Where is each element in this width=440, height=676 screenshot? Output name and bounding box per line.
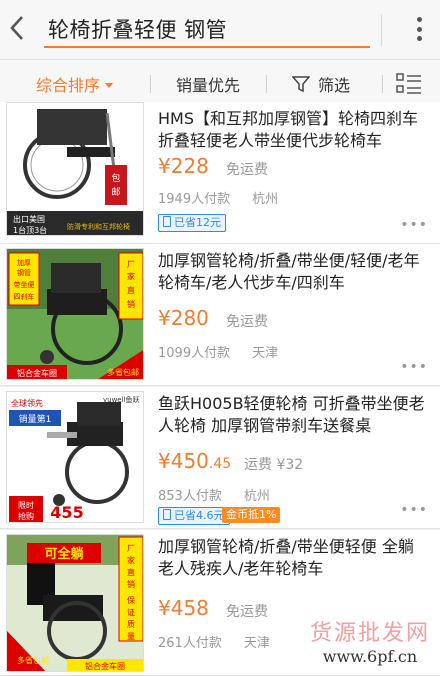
svg-text:1台顶3台: 1台顶3台	[13, 225, 47, 235]
svg-text:钢管: 钢管	[17, 268, 31, 277]
shipping-info: 免运费	[226, 604, 268, 620]
filter-button[interactable]: 筛选	[292, 60, 350, 108]
shipping-info: 免运费	[226, 162, 268, 178]
filter-funnel-icon	[292, 76, 310, 93]
svg-text:质: 质	[127, 619, 135, 629]
svg-text:证: 证	[127, 608, 135, 617]
sort-sales-tab[interactable]: 销量优先	[176, 60, 240, 108]
back-button[interactable]	[6, 14, 28, 42]
product-image[interactable]: 加厚 钢管 带坐便 四刹车 厂 家 直 销 铝合金车圈 多省包邮	[6, 248, 144, 380]
svg-text:厂: 厂	[127, 544, 135, 553]
sort-sales-label: 销量优先	[176, 76, 241, 95]
svg-text:量: 量	[127, 632, 135, 641]
search-underline	[44, 46, 370, 48]
divider	[381, 14, 382, 46]
sort-comprehensive-tab[interactable]: 综合排序	[36, 60, 114, 108]
search-query-text: 轮椅折叠轻便 钢管	[48, 18, 228, 42]
more-options-icon[interactable]: •••	[400, 503, 428, 517]
sort-bar: 综合排序 销量优先 筛选	[0, 60, 440, 108]
svg-text:保: 保	[127, 595, 135, 605]
sales-meta: 853人付款 杭州	[158, 485, 270, 504]
phone-icon	[163, 216, 171, 227]
more-options-icon[interactable]: •••	[400, 218, 428, 232]
seller-city: 天津	[243, 636, 270, 651]
seller-city: 天津	[252, 346, 279, 361]
top-bar: 轮椅折叠轻便 钢管	[0, 0, 440, 60]
svg-text:销: 销	[127, 579, 135, 589]
svg-text:直: 直	[127, 567, 135, 577]
svg-text:全球领先: 全球领先	[11, 398, 43, 408]
svg-text:销量第1: 销量第1	[19, 413, 52, 425]
svg-text:带坐便: 带坐便	[14, 280, 35, 289]
product-item[interactable]: 包 邮 出口美国 1台顶3台 防滑专利和互邦轮椅 HMS【和互邦加厚钢管】轮椅四…	[0, 102, 440, 244]
product-image[interactable]: 全球领先 销量第1 yuwell鱼跃 限时 抢购 455	[6, 391, 144, 523]
product-title[interactable]: 加厚钢管轮椅/折叠/带坐便轻便 全躺老人残疾人/老年轮椅车	[158, 536, 426, 580]
svg-text:抢购: 抢购	[18, 511, 34, 521]
more-options-icon[interactable]: •••	[400, 360, 428, 374]
svg-text:455: 455	[50, 503, 83, 522]
search-input[interactable]: 轮椅折叠轻便 钢管	[44, 8, 370, 48]
product-item[interactable]: 全球领先 销量第1 yuwell鱼跃 限时 抢购 455 鱼跃H005B轻便轮椅…	[0, 387, 440, 529]
svg-text:包: 包	[111, 172, 120, 184]
svg-text:多省包邮: 多省包邮	[107, 367, 139, 377]
svg-text:厂: 厂	[127, 260, 135, 269]
svg-text:家: 家	[127, 555, 135, 565]
svg-text:防滑专利和互邦轮椅: 防滑专利和互邦轮椅	[67, 222, 130, 231]
svg-text:加厚: 加厚	[17, 258, 31, 267]
svg-text:直: 直	[127, 285, 135, 295]
watermark: 货源批发网 www.6pf.cn	[310, 615, 430, 666]
sort-comprehensive-label: 综合排序	[36, 76, 101, 95]
caret-down-icon	[105, 82, 114, 88]
seller-city: 杭州	[252, 192, 279, 207]
savings-badge: 已省12元	[158, 214, 226, 232]
sold-count: 261人付款	[158, 636, 222, 651]
svg-text:铝合金车圈: 铝合金车圈	[85, 661, 125, 671]
seller-city: 杭州	[243, 489, 270, 504]
sold-count: 1949人付款	[158, 192, 231, 207]
sales-meta: 1949人付款 杭州	[158, 188, 278, 207]
more-menu-icon[interactable]	[412, 14, 426, 44]
product-price: ¥228	[158, 154, 209, 178]
svg-text:销: 销	[127, 299, 135, 309]
shipping-info: 运费 ¥32	[244, 457, 304, 473]
svg-text:家: 家	[127, 271, 135, 281]
savings-badge: 已省4.6元	[158, 507, 230, 525]
svg-text:四刹车: 四刹车	[14, 292, 35, 301]
svg-text:yuwell鱼跃: yuwell鱼跃	[103, 395, 140, 404]
product-price: ¥458	[158, 596, 209, 620]
svg-text:出口美国: 出口美国	[13, 214, 45, 224]
phone-icon	[163, 509, 171, 520]
product-title[interactable]: HMS【和互邦加厚钢管】轮椅四刹车折叠轻便老人带坐便代步轮椅车	[158, 108, 426, 152]
shipping-info: 免运费	[226, 314, 268, 330]
product-item[interactable]: 加厚 钢管 带坐便 四刹车 厂 家 直 销 铝合金车圈 多省包邮 加厚钢管轮椅/…	[0, 244, 440, 386]
product-price: ¥280	[158, 306, 209, 330]
back-arrow-icon	[10, 16, 23, 40]
product-image[interactable]: 可全躺 厂 家 直 销 保 证 质 量 多省包邮 铝合金车圈	[6, 534, 144, 672]
list-view-icon	[396, 73, 421, 94]
coin-discount-badge: 金币抵1%	[222, 507, 281, 523]
product-image[interactable]: 包 邮 出口美国 1台顶3台 防滑专利和互邦轮椅	[6, 102, 144, 236]
view-toggle-button[interactable]	[396, 60, 422, 108]
product-price: ¥450.45	[158, 449, 232, 473]
watermark-title: 货源批发网	[309, 621, 430, 646]
filter-label: 筛选	[318, 76, 351, 95]
sold-count: 853人付款	[158, 489, 222, 504]
product-title[interactable]: 鱼跃H005B轻便轮椅 可折叠带坐便老人轮椅 加厚钢管带刹车送餐桌	[158, 393, 426, 437]
svg-text:多省包邮: 多省包邮	[17, 655, 49, 665]
sales-meta: 1099人付款 天津	[158, 342, 278, 361]
svg-text:可全躺: 可全躺	[44, 546, 83, 562]
product-title[interactable]: 加厚钢管轮椅/折叠/带坐便/轻便/老年轮椅车/老人代步车/四刹车	[158, 250, 426, 294]
svg-text:邮: 邮	[111, 186, 120, 198]
sold-count: 1099人付款	[158, 346, 231, 361]
svg-text:限时: 限时	[18, 500, 34, 510]
sales-meta: 261人付款 天津	[158, 632, 270, 651]
watermark-url: www.6pf.cn	[322, 647, 418, 666]
svg-text:铝合金车圈: 铝合金车圈	[17, 368, 57, 378]
